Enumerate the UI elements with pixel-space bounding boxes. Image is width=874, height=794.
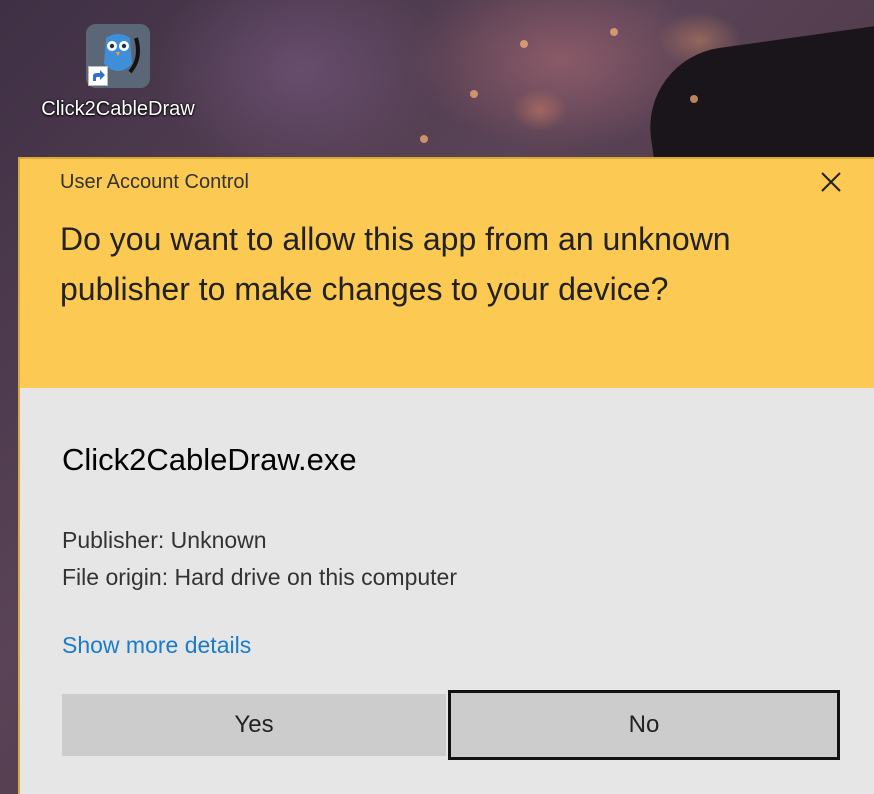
shortcut-arrow-icon — [88, 66, 108, 86]
wallpaper-sparkle — [520, 40, 528, 48]
publisher-info: Publisher: Unknown — [62, 527, 267, 553]
wallpaper-sparkle — [470, 90, 478, 98]
uac-header: User Account Control Do you want to allo… — [20, 159, 874, 388]
show-more-details-link[interactable]: Show more details — [62, 632, 874, 659]
dialog-title: User Account Control — [60, 171, 249, 193]
close-button[interactable] — [818, 169, 844, 195]
owl-app-icon — [86, 24, 150, 88]
app-name: Click2CableDraw.exe — [62, 442, 357, 477]
wallpaper-sparkle — [690, 95, 698, 103]
desktop-shortcut-click2cabledraw[interactable]: Click2CableDraw — [28, 24, 208, 121]
uac-question: Do you want to allow this app from an un… — [60, 221, 731, 307]
desktop-shortcut-label: Click2CableDraw — [41, 98, 195, 120]
desktop-background: Click2CableDraw User Account Control Do … — [0, 0, 874, 794]
close-icon — [821, 172, 841, 192]
file-origin-info: File origin: Hard drive on this computer — [62, 564, 457, 590]
no-button[interactable]: No — [448, 690, 840, 760]
wallpaper-sparkle — [420, 135, 428, 143]
yes-button[interactable]: Yes — [62, 694, 446, 756]
wallpaper-sparkle — [610, 28, 618, 36]
uac-dialog: User Account Control Do you want to allo… — [18, 157, 874, 794]
